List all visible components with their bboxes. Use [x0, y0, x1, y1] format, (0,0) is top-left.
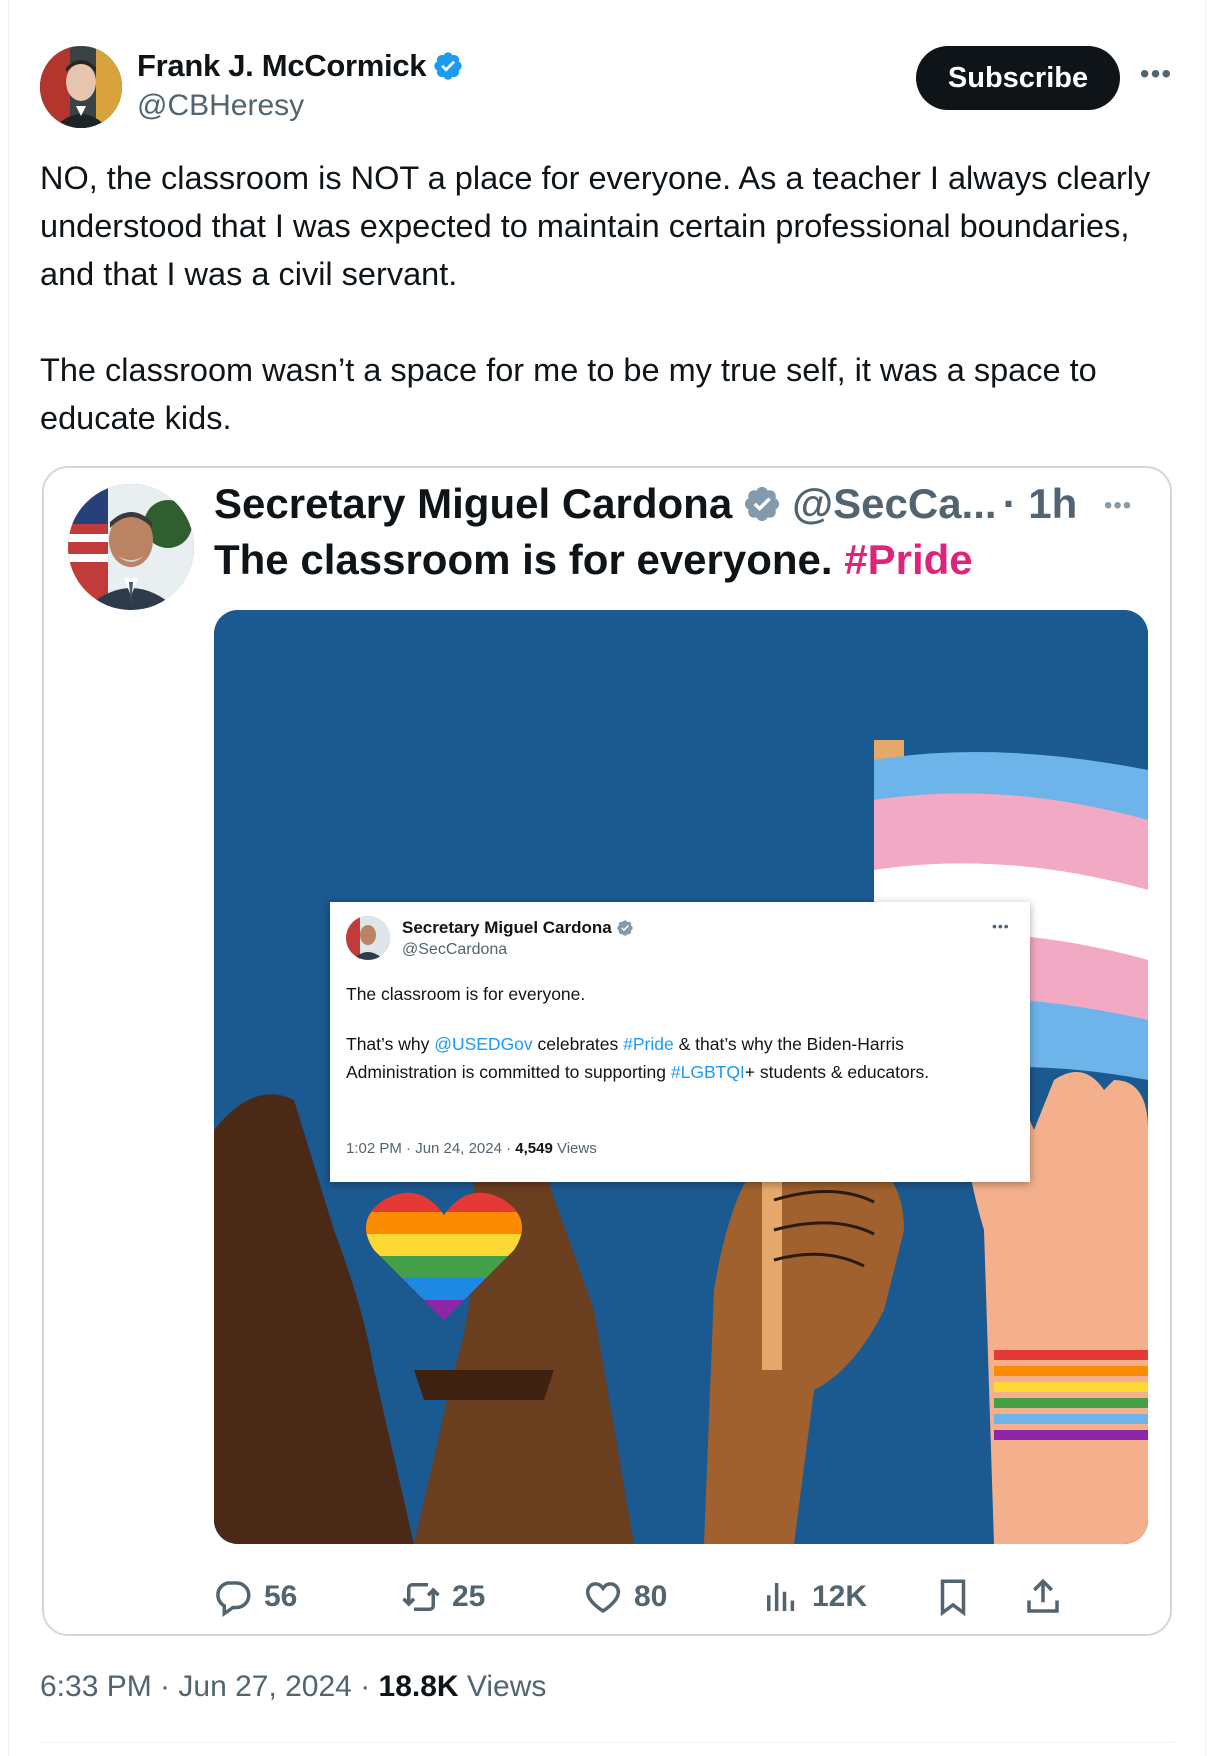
embedded-author-name-text: Secretary Miguel Cardona [402, 918, 612, 937]
embedded-views-label: Views [552, 1140, 597, 1157]
reply-icon [216, 1581, 251, 1617]
more-options-icon[interactable]: ••• [1138, 56, 1174, 92]
share-button[interactable] [1022, 1572, 1064, 1622]
author-handle[interactable]: @CBHeresy [137, 89, 304, 123]
quoted-time: · 1h [1002, 480, 1078, 527]
embedded-author-handle: @SecCardona [402, 941, 508, 958]
like-button[interactable]: 80 [582, 1572, 667, 1622]
quoted-more-icon[interactable]: ••• [1104, 492, 1132, 520]
embedded-hashtag-link: #Pride [623, 1034, 674, 1054]
verified-badge-icon [434, 52, 462, 80]
tweet-views-label: Views [458, 1670, 547, 1703]
embedded-mention-link: @USEDGov [434, 1034, 533, 1054]
embedded-line: The classroom is for everyone. [346, 984, 586, 1004]
reply-button[interactable]: 56 [212, 1572, 297, 1622]
author-name[interactable]: Frank J. McCormick [137, 48, 464, 84]
quoted-header: Secretary Miguel Cardona @SecCa... · 1h [214, 480, 1077, 528]
embedded-meta: 1:02 PM · Jun 24, 2024 · 4,549 Views [346, 1140, 597, 1157]
verified-badge-icon [745, 486, 780, 522]
pride-hashtag-link[interactable]: #Pride [844, 536, 972, 583]
views-button[interactable]: 12K [760, 1572, 867, 1622]
author-avatar[interactable] [40, 46, 122, 128]
like-count: 80 [634, 1580, 668, 1613]
action-bar: 56 25 80 12K [212, 1572, 1162, 1622]
share-icon [1027, 1578, 1059, 1613]
quoted-text-body: The classroom is for everyone. [214, 536, 833, 583]
bookmark-icon [940, 1579, 966, 1617]
embedded-timestamp: 1:02 PM · Jun 24, 2024 · [346, 1140, 516, 1157]
divider [40, 1742, 1174, 1743]
embedded-tweet-screenshot: Secretary Miguel Cardona @SecCardona •••… [330, 902, 1030, 1182]
tweet-paragraph: The classroom wasn’t a space for me to b… [40, 352, 1097, 436]
analytics-icon [767, 1583, 795, 1611]
tweet-timestamp[interactable]: 6:33 PM · Jun 27, 2024 · [40, 1670, 379, 1703]
embedded-text: That’s why [346, 1034, 435, 1054]
repost-icon [402, 1583, 440, 1611]
bookmark-button[interactable] [932, 1572, 974, 1622]
embedded-views-count: 4,549 [515, 1140, 553, 1157]
embedded-avatar [346, 916, 390, 960]
subscribe-button[interactable]: Subscribe [916, 46, 1120, 110]
tweet-text: NO, the classroom is NOT a place for eve… [40, 154, 1180, 442]
embedded-tweet-body: The classroom is for everyone. That’s wh… [346, 980, 1016, 1086]
repost-button[interactable]: 25 [400, 1572, 485, 1622]
heart-icon [585, 1582, 621, 1614]
quoted-text: The classroom is for everyone. #Pride [214, 536, 973, 584]
quoted-image[interactable]: Secretary Miguel Cardona @SecCardona •••… [214, 610, 1148, 1544]
embedded-author-name: Secretary Miguel Cardona [402, 918, 634, 938]
reply-count: 56 [264, 1580, 298, 1613]
views-count: 12K [812, 1580, 868, 1613]
verified-badge-icon [617, 920, 633, 936]
quoted-author-name[interactable]: Secretary Miguel Cardona [214, 480, 732, 528]
embedded-text: + students & educators. [744, 1062, 930, 1082]
quoted-author-avatar[interactable] [68, 484, 194, 610]
embedded-more-icon: ••• [992, 918, 1010, 934]
quoted-author-handle[interactable]: @SecCa... [792, 480, 996, 528]
tweet-paragraph: NO, the classroom is NOT a place for eve… [40, 160, 1151, 292]
tweet-meta: 6:33 PM · Jun 27, 2024 · 18.8K Views [40, 1670, 546, 1704]
quoted-tweet[interactable]: Secretary Miguel Cardona @SecCa... · 1h … [42, 466, 1172, 1636]
embedded-line: That’s why @USEDGov celebrates #Pride & … [346, 1030, 1016, 1086]
embedded-hashtag-link: #LGBTQI [670, 1062, 745, 1082]
embedded-text: celebrates [532, 1034, 624, 1054]
repost-count: 25 [452, 1580, 486, 1613]
tweet-views-count: 18.8K [378, 1670, 459, 1703]
author-name-text: Frank J. McCormick [137, 48, 427, 83]
